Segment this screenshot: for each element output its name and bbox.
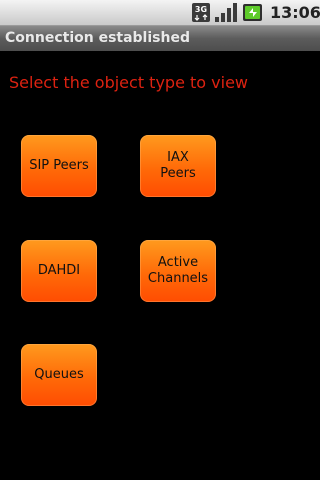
select-object-prompt: Select the object type to view <box>9 73 248 92</box>
sip-peers-button-label: SIP Peers <box>29 158 89 173</box>
status-time: 13:06 <box>270 3 320 22</box>
dahdi-button[interactable]: DAHDI <box>21 240 97 302</box>
3g-data-icon: 3G <box>192 3 210 22</box>
queues-button[interactable]: Queues <box>21 344 97 406</box>
dahdi-button-label: DAHDI <box>37 263 81 278</box>
network-type-label: 3G <box>195 5 207 14</box>
title-bar: Connection established <box>0 26 320 51</box>
sip-peers-button[interactable]: SIP Peers <box>21 135 97 197</box>
app-screen: 3G 13:06 Connection established Select t… <box>0 0 320 480</box>
iax-peers-button-label: IAX Peers <box>160 150 196 181</box>
window-title: Connection established <box>5 30 190 46</box>
iax-peers-button[interactable]: IAX Peers <box>140 135 216 197</box>
queues-button-label: Queues <box>34 367 84 382</box>
active-channels-button-label: Active Channels <box>147 255 209 286</box>
signal-strength-icon <box>215 3 237 22</box>
active-channels-button[interactable]: Active Channels <box>140 240 216 302</box>
battery-charging-icon <box>243 4 262 21</box>
status-bar: 3G 13:06 <box>0 0 320 26</box>
